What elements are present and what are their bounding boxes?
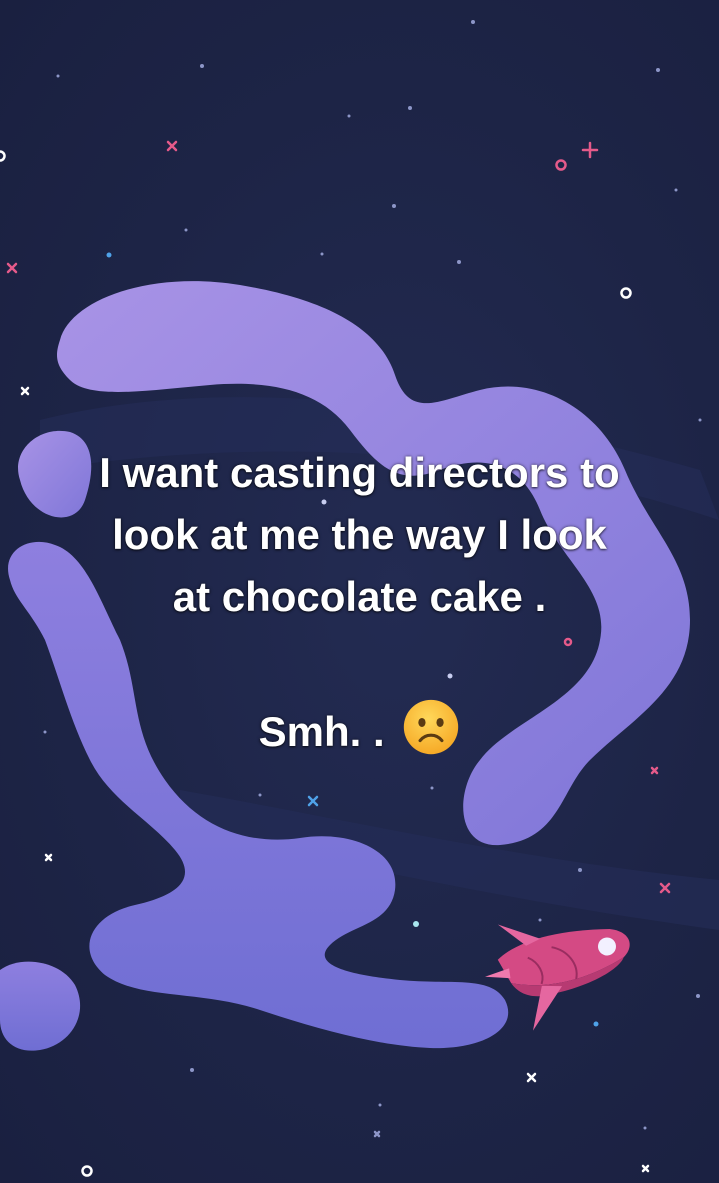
story-canvas: I want casting directors to look at me t… bbox=[0, 0, 719, 1183]
story-line-4: Smh. . bbox=[30, 698, 689, 763]
story-line-2: look at me the way I look bbox=[112, 511, 607, 558]
story-line-3: at chocolate cake . bbox=[172, 573, 547, 620]
smh-text: Smh. . bbox=[258, 708, 397, 755]
story-line-1: I want casting directors to bbox=[99, 449, 620, 496]
story-text: I want casting directors to look at me t… bbox=[30, 442, 689, 763]
slightly-frowning-face-icon bbox=[404, 699, 459, 755]
